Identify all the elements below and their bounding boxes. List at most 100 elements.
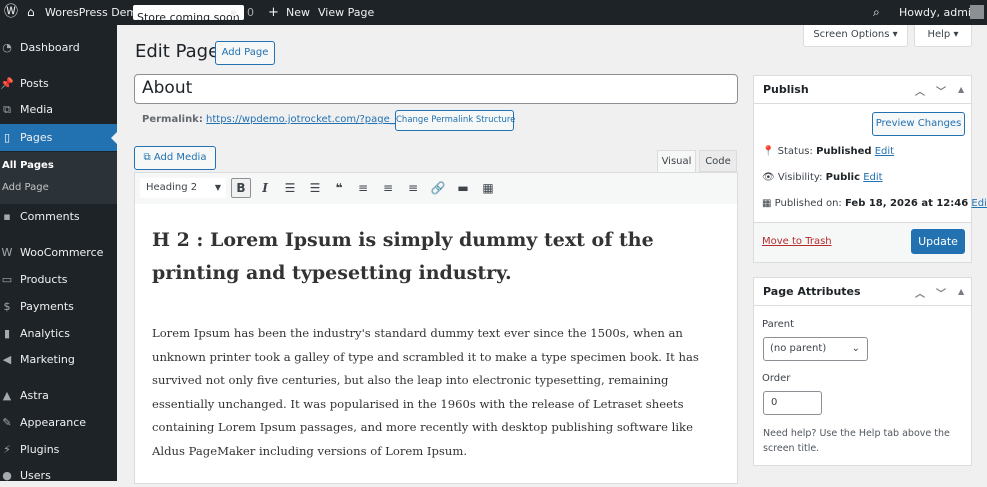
sidebar-item-label: Marketing bbox=[20, 353, 75, 366]
add-page-button[interactable]: Add Page bbox=[215, 41, 275, 65]
move-up-icon[interactable]: ︿ bbox=[915, 285, 925, 300]
preview-changes-button[interactable]: Preview Changes bbox=[872, 112, 965, 136]
sidebar-item-label: Plugins bbox=[20, 443, 60, 456]
page-attributes-title: Page Attributes bbox=[763, 285, 861, 298]
archive-icon: ▭ bbox=[1, 273, 13, 286]
comments-count[interactable]: 0 bbox=[247, 0, 254, 25]
view-page-link[interactable]: View Page bbox=[318, 0, 374, 25]
collapse-icon[interactable]: ▲ bbox=[958, 287, 964, 296]
new-link[interactable]: New bbox=[286, 0, 310, 25]
sidebar-item-marketing[interactable]: ◀ Marketing bbox=[0, 349, 117, 371]
toolbar-toggle-button[interactable]: ▦ bbox=[480, 181, 496, 195]
sidebar-item-appearance[interactable]: ✎ Appearance bbox=[0, 412, 117, 434]
sidebar-item-comments[interactable]: ▪ Comments bbox=[0, 206, 117, 228]
sidebar-item-label: Dashboard bbox=[20, 41, 80, 54]
sidebar-item-label: Users bbox=[20, 469, 51, 482]
change-permalink-button[interactable]: Change Permalink Structure bbox=[395, 110, 515, 131]
sidebar-item-astra[interactable]: ▲ Astra bbox=[0, 385, 117, 407]
megaphone-icon: ◀ bbox=[2, 353, 12, 366]
italic-button[interactable]: I bbox=[257, 181, 273, 195]
admin-bar: Ⓦ ⌂ WoresPress Demo Store coming soon ▪ … bbox=[0, 0, 987, 25]
bold-button[interactable]: B bbox=[231, 178, 251, 198]
wordpress-logo-icon[interactable]: Ⓦ bbox=[4, 0, 18, 25]
sidebar-item-label: Appearance bbox=[20, 416, 87, 429]
post-title-input[interactable]: About bbox=[134, 74, 738, 104]
sidebar-item-label: Analytics bbox=[20, 327, 70, 340]
add-media-label: Add Media bbox=[153, 152, 207, 163]
search-icon[interactable]: ⌕ bbox=[873, 0, 880, 25]
move-up-icon[interactable]: ︿ bbox=[915, 83, 925, 98]
update-button[interactable]: Update bbox=[911, 229, 965, 254]
format-select-value: Heading 2 bbox=[146, 182, 198, 193]
sidebar-item-plugins[interactable]: ⚡ Plugins bbox=[0, 439, 117, 461]
published-on-value: Feb 18, 2026 at 12:46 bbox=[844, 198, 969, 209]
permalink-row: Permalink: https://wpdemo.jotrocket.com/… bbox=[142, 114, 425, 125]
store-coming-soon-badge[interactable]: Store coming soon bbox=[133, 5, 244, 24]
sidebar-item-products[interactable]: ▭ Products bbox=[0, 269, 117, 291]
sidebar-item-users[interactable]: ● Users bbox=[0, 465, 117, 487]
parent-select[interactable]: (no parent) ⌄ bbox=[763, 337, 868, 361]
comment-icon[interactable]: ▪ bbox=[230, 0, 237, 25]
order-input[interactable]: 0 bbox=[763, 391, 822, 415]
money-icon: $ bbox=[3, 300, 11, 313]
submenu-all-pages[interactable]: All Pages bbox=[2, 160, 54, 171]
user-icon: ● bbox=[2, 469, 12, 482]
help-label: Help bbox=[927, 29, 951, 40]
move-to-trash-link[interactable]: Move to Trash bbox=[762, 236, 832, 247]
link-button[interactable]: 🔗 bbox=[430, 181, 446, 195]
woocommerce-icon: W bbox=[1, 246, 13, 259]
eye-icon: 👁 bbox=[762, 172, 775, 183]
numbered-list-button[interactable]: ☰ bbox=[307, 181, 323, 195]
sidebar-item-media[interactable]: ⧉ Media bbox=[0, 99, 117, 121]
edit-visibility-link[interactable]: Edit bbox=[863, 172, 882, 183]
sidebar-item-label: Comments bbox=[20, 210, 80, 223]
home-icon: ⌂ bbox=[27, 5, 35, 19]
align-center-button[interactable]: ≡ bbox=[380, 181, 396, 195]
move-down-icon[interactable]: ﹀ bbox=[936, 285, 946, 300]
sidebar-item-posts[interactable]: 📌 Posts bbox=[0, 73, 117, 95]
parent-label: Parent bbox=[762, 319, 795, 330]
align-right-button[interactable]: ≡ bbox=[405, 181, 421, 195]
editor-content[interactable]: H 2 : Lorem Ipsum is simply dummy text o… bbox=[134, 204, 738, 484]
comment-icon: ▪ bbox=[3, 210, 11, 223]
read-more-button[interactable]: ▬ bbox=[455, 181, 471, 195]
edit-status-link[interactable]: Edit bbox=[875, 146, 894, 157]
howdy-user-link[interactable]: Howdy, admin bbox=[899, 0, 978, 25]
screen-options-button[interactable]: Screen Options ▾ bbox=[803, 25, 908, 47]
avatar[interactable] bbox=[970, 5, 984, 19]
sidebar-item-pages[interactable]: ▯ Pages bbox=[0, 124, 117, 151]
content-paragraph: Lorem Ipsum has been the industry's stan… bbox=[152, 326, 699, 458]
blockquote-button[interactable]: ❝ bbox=[331, 181, 347, 195]
visibility-label: Visibility: bbox=[777, 172, 823, 183]
tab-code[interactable]: Code bbox=[699, 150, 737, 172]
sidebar-item-label: WooCommerce bbox=[20, 246, 104, 259]
move-down-icon[interactable]: ﹀ bbox=[936, 83, 946, 98]
add-media-button[interactable]: ⧉ Add Media bbox=[134, 146, 216, 170]
align-left-button[interactable]: ≡ bbox=[355, 181, 371, 195]
content-heading: H 2 : Lorem Ipsum is simply dummy text o… bbox=[152, 229, 654, 284]
permalink-url-link[interactable]: https://wpdemo.jotrocket.com/?page_id=62 bbox=[206, 114, 425, 125]
pages-icon: ▯ bbox=[3, 131, 11, 144]
visibility-value: Public bbox=[825, 172, 861, 183]
chart-icon: ▮ bbox=[3, 327, 11, 340]
submenu-add-page[interactable]: Add Page bbox=[2, 182, 49, 193]
site-name-link[interactable]: WoresPress Demo bbox=[45, 0, 144, 25]
sidebar-item-dashboard[interactable]: ◔ Dashboard bbox=[0, 37, 117, 59]
sidebar-item-payments[interactable]: $ Payments bbox=[0, 296, 117, 318]
sidebar-item-woocommerce[interactable]: W WooCommerce bbox=[0, 242, 117, 264]
permalink-label: Permalink: bbox=[142, 114, 203, 125]
collapse-icon[interactable]: ▲ bbox=[958, 85, 964, 94]
media-icon: ⧉ bbox=[143, 152, 151, 163]
media-icon: ⧉ bbox=[3, 103, 11, 116]
sidebar-item-label: Media bbox=[20, 103, 54, 116]
help-button[interactable]: Help ▾ bbox=[914, 25, 972, 47]
astra-icon: ▲ bbox=[2, 389, 12, 402]
parent-select-value: (no parent) bbox=[770, 343, 827, 354]
edit-date-link[interactable]: Edit bbox=[971, 198, 987, 209]
tab-visual[interactable]: Visual bbox=[657, 150, 696, 173]
sidebar-item-label: Payments bbox=[20, 300, 74, 313]
status-label: Status: bbox=[777, 146, 813, 157]
sidebar-item-analytics[interactable]: ▮ Analytics bbox=[0, 323, 117, 345]
format-select[interactable]: Heading 2 ▼ bbox=[140, 178, 226, 198]
bullet-list-button[interactable]: ☰ bbox=[282, 181, 298, 195]
